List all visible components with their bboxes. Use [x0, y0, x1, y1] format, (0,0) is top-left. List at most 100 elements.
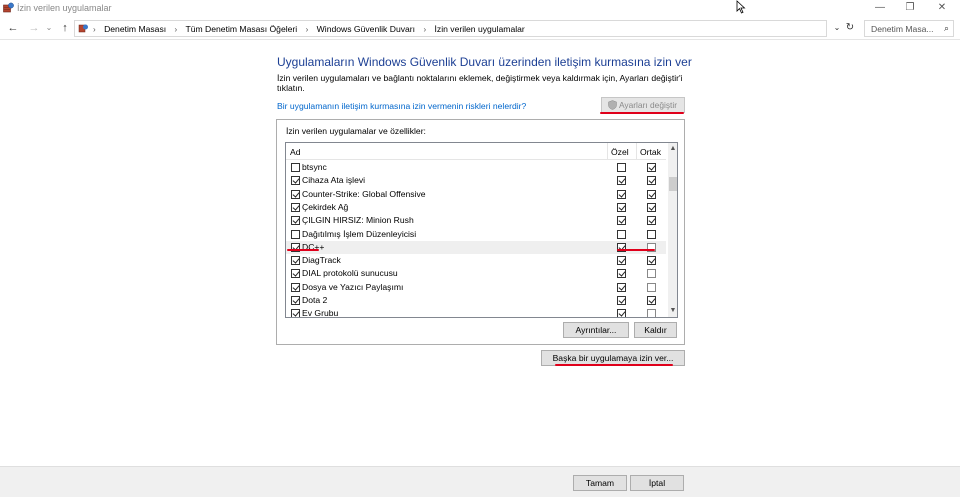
breadcrumb-item-allowed-apps[interactable]: İzin verilen uygulamalar [435, 24, 525, 34]
app-enabled-checkbox[interactable] [291, 216, 300, 226]
private-network-checkbox[interactable] [617, 269, 626, 279]
close-button[interactable]: ✕ [928, 0, 956, 18]
app-enabled-checkbox[interactable] [291, 163, 300, 172]
annotation-underline [555, 364, 673, 366]
back-arrow-icon[interactable]: ← [6, 21, 20, 35]
annotation-underline [287, 249, 319, 251]
list-item[interactable]: Çekirdek Ağ [286, 201, 666, 214]
private-network-checkbox[interactable] [617, 163, 626, 172]
footer-bar: Tamam İptal [0, 466, 960, 497]
breadcrumb-item-control-panel[interactable]: Denetim Masası [104, 24, 166, 34]
breadcrumb-separator: › [174, 25, 178, 34]
app-enabled-checkbox[interactable] [291, 282, 300, 292]
private-network-checkbox[interactable] [617, 176, 626, 186]
mouse-cursor-icon [736, 0, 746, 14]
public-network-checkbox[interactable] [647, 229, 656, 239]
address-field[interactable]: › Denetim Masası › Tüm Denetim Masası Öğ… [74, 20, 827, 37]
public-network-checkbox[interactable] [647, 202, 656, 212]
private-network-checkbox[interactable] [617, 282, 626, 292]
app-enabled-checkbox[interactable] [291, 176, 300, 186]
public-network-checkbox[interactable] [647, 269, 656, 279]
private-network-checkbox[interactable] [617, 256, 626, 266]
app-name: Dota 2 [302, 295, 328, 305]
scrollbar-thumb[interactable] [669, 177, 677, 191]
scroll-up-icon[interactable]: ▲ [668, 143, 677, 155]
public-network-checkbox[interactable] [647, 296, 656, 305]
control-panel-icon [78, 24, 88, 33]
list-item[interactable]: Dağıtılmış İşlem Düzenleyicisi [286, 228, 666, 241]
app-name: Ev Grubu [302, 308, 339, 318]
list-item[interactable]: Ev Grubu [286, 307, 666, 318]
change-settings-label: Ayarları değiştir [618, 100, 678, 110]
list-item[interactable]: ÇILGIN HIRSIZ: Minion Rush [286, 214, 666, 227]
search-placeholder: Denetim Masa... [871, 24, 934, 34]
breadcrumb-separator: › [93, 25, 96, 34]
cancel-button[interactable]: İptal [630, 475, 684, 491]
minimize-button[interactable]: — [866, 0, 894, 18]
list-item[interactable]: btsync [286, 161, 666, 174]
allowed-apps-group: İzin verilen uygulamalar ve özellikler: … [276, 119, 685, 345]
private-network-checkbox[interactable] [617, 296, 626, 305]
search-input[interactable]: Denetim Masa... ⌕ [864, 20, 954, 37]
app-enabled-checkbox[interactable] [291, 189, 300, 199]
recent-pages-chevron-icon[interactable]: ⌄ [42, 21, 56, 35]
forward-arrow-icon[interactable]: → [27, 21, 41, 35]
restore-button[interactable]: ❐ [896, 0, 924, 18]
breadcrumb-separator: › [423, 25, 427, 34]
app-name: btsync [302, 162, 327, 172]
ok-button[interactable]: Tamam [573, 475, 627, 491]
allowed-apps-list[interactable]: Ad Özel Ortak btsync Cihaza Ata işlevi Cou… [285, 142, 678, 318]
private-network-checkbox[interactable] [617, 216, 626, 226]
private-network-checkbox[interactable] [617, 202, 626, 212]
page-title: Uygulamaların Windows Güvenlik Duvarı üz… [277, 55, 692, 69]
allowed-apps-title: İzin verilen uygulamalar ve özellikler: [286, 126, 426, 136]
list-item[interactable]: Dota 2 [286, 294, 666, 307]
public-network-checkbox[interactable] [647, 309, 656, 317]
scroll-down-icon[interactable]: ▼ [668, 305, 677, 317]
uac-shield-icon [608, 100, 617, 110]
app-enabled-checkbox[interactable] [291, 309, 300, 317]
app-name: Counter-Strike: Global Offensive [302, 188, 426, 199]
address-dropdown-chevron-icon[interactable]: ⌄ [831, 20, 843, 37]
remove-button[interactable]: Kaldır [634, 322, 677, 338]
app-name: Dosya ve Yazıcı Paylaşımı [302, 281, 404, 292]
list-item[interactable]: Cihaza Ata işlevi [286, 174, 666, 187]
column-header-name[interactable]: Ad [290, 147, 301, 157]
column-header-public[interactable]: Ortak [640, 147, 661, 157]
up-arrow-icon[interactable]: ↑ [58, 21, 72, 35]
risks-link[interactable]: Bir uygulamanın iletişim kurmasına izin … [277, 101, 526, 111]
app-enabled-checkbox[interactable] [291, 256, 300, 266]
column-header-private[interactable]: Özel [611, 147, 629, 157]
list-item[interactable]: DIAL protokolü sunucusu [286, 267, 666, 280]
private-network-checkbox[interactable] [617, 229, 626, 239]
public-network-checkbox[interactable] [647, 216, 656, 226]
details-button[interactable]: Ayrıntılar... [563, 322, 629, 338]
list-item[interactable]: Dosya ve Yazıcı Paylaşımı [286, 281, 666, 294]
public-network-checkbox[interactable] [647, 163, 656, 172]
public-network-checkbox[interactable] [647, 176, 656, 186]
page-description: İzin verilen uygulamaları ve bağlantı no… [277, 73, 683, 93]
title-bar: İzin verilen uygulamalar — ❐ ✕ [0, 0, 960, 18]
list-scrollbar[interactable]: ▲ ▼ [668, 143, 677, 317]
list-item[interactable]: Counter-Strike: Global Offensive [286, 188, 666, 201]
app-enabled-checkbox[interactable] [291, 296, 300, 305]
breadcrumb-item-firewall[interactable]: Windows Güvenlik Duvarı [317, 24, 415, 34]
public-network-checkbox[interactable] [647, 282, 656, 292]
window-title: İzin verilen uygulamalar [17, 3, 112, 13]
app-enabled-checkbox[interactable] [291, 269, 300, 279]
app-enabled-checkbox[interactable] [291, 202, 300, 212]
public-network-checkbox[interactable] [647, 256, 656, 266]
list-header: Ad Özel Ortak [286, 143, 666, 160]
annotation-underline [617, 249, 655, 251]
app-name: Cihaza Ata işlevi [302, 175, 366, 186]
change-settings-button[interactable]: Ayarları değiştir [601, 97, 685, 113]
private-network-checkbox[interactable] [617, 189, 626, 199]
list-item[interactable]: DC++ [286, 240, 666, 255]
private-network-checkbox[interactable] [617, 309, 626, 317]
refresh-icon[interactable]: ↻ [843, 20, 857, 37]
breadcrumb: › Denetim Masası › Tüm Denetim Masası Öğ… [93, 24, 525, 34]
breadcrumb-item-all-items[interactable]: Tüm Denetim Masası Öğeleri [185, 24, 297, 34]
app-enabled-checkbox[interactable] [291, 229, 300, 239]
list-item[interactable]: DiagTrack [286, 254, 666, 267]
public-network-checkbox[interactable] [647, 189, 656, 199]
